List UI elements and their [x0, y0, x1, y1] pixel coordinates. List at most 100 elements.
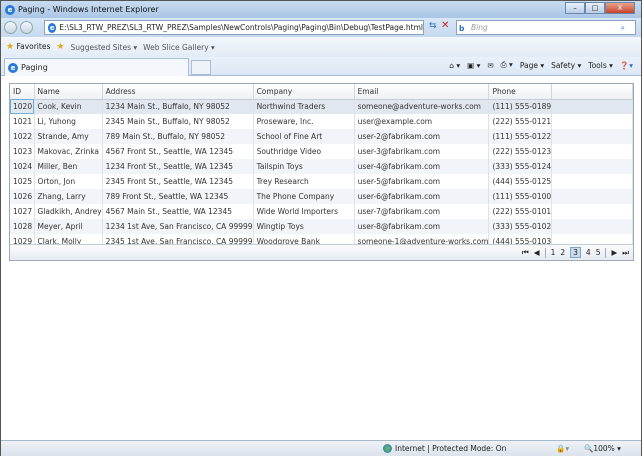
column-header[interactable]: Address	[102, 84, 254, 100]
table-cell[interactable]: 1028	[10, 219, 35, 234]
table-cell[interactable]: Southridge Video	[253, 144, 355, 159]
table-cell[interactable]: user-7@fabrikam.com	[354, 204, 490, 219]
table-cell[interactable]: 1025	[10, 174, 35, 189]
table-cell[interactable]: (111) 555-0100	[488, 189, 553, 204]
column-header[interactable]: Name	[34, 84, 103, 100]
table-cell[interactable]: (333) 555-0102	[488, 219, 553, 234]
table-cell[interactable]: The Phone Company	[253, 189, 355, 204]
table-cell[interactable]: 1234 Main St., Buffalo, NY 98052	[102, 99, 254, 114]
print-icon[interactable]: ⎙ ▾	[501, 60, 513, 70]
table-row[interactable]: 1025 Orton, Jon 2345 Front St., Seattle, W…	[10, 174, 633, 189]
table-cell[interactable]: 4567 Main St., Seattle, WA 12345	[102, 204, 254, 219]
table-row[interactable]: 1028 Meyer, April 1234 1st Ave, San Franci…	[10, 219, 633, 234]
table-cell[interactable]: Gladkikh, Andrey	[34, 204, 103, 219]
address-input[interactable]: e E:\SL3_RTW_PREZ\SL3_RTW_PREZ\Samples\N…	[44, 20, 424, 35]
minimize-button[interactable]: –	[565, 2, 585, 14]
next-page-button[interactable]: ▶	[611, 248, 617, 257]
table-cell[interactable]: user-8@fabrikam.com	[354, 219, 490, 234]
table-cell[interactable]: (222) 555-0123	[488, 144, 553, 159]
table-cell[interactable]: user-2@fabrikam.com	[354, 129, 490, 144]
table-cell[interactable]: 1023	[10, 144, 35, 159]
back-button[interactable]	[4, 21, 17, 34]
table-row[interactable]: 1027 Gladkikh, Andrey 4567 Main St., Seatt…	[10, 204, 633, 219]
table-cell[interactable]: Tailspin Toys	[253, 159, 355, 174]
table-cell[interactable]: (333) 555-0124	[488, 159, 553, 174]
maximize-button[interactable]: □	[585, 2, 605, 14]
table-cell[interactable]: Cook, Kevin	[34, 99, 103, 114]
table-row[interactable]: 1024 Miller, Ben 1234 Front St., Seattle, …	[10, 159, 633, 174]
last-page-button[interactable]: ⏭	[622, 248, 629, 258]
safety-menu[interactable]: Safety ▾	[551, 61, 581, 70]
table-cell[interactable]: user-6@fabrikam.com	[354, 189, 490, 204]
zoom-level[interactable]: 🔍100% ▾	[584, 444, 621, 453]
first-page-button[interactable]: ⏮	[522, 248, 529, 258]
table-cell[interactable]: 1022	[10, 129, 35, 144]
table-cell[interactable]: 1020	[10, 99, 35, 114]
table-cell[interactable]: Makovac, Zrinka	[34, 144, 103, 159]
home-icon[interactable]: ⌂ ▾	[449, 61, 460, 70]
table-cell[interactable]: 2345 Front St., Seattle, WA 12345	[102, 174, 254, 189]
table-cell[interactable]: someone@adventure-works.com	[354, 99, 490, 114]
search-input[interactable]: b Bing ⌕	[456, 20, 636, 35]
table-row[interactable]: 1023 Makovac, Zrinka 4567 Front St., Seatt…	[10, 144, 633, 159]
tools-menu[interactable]: Tools ▾	[588, 61, 613, 70]
mail-icon[interactable]: ✉	[487, 61, 493, 70]
table-cell[interactable]: Northwind Traders	[253, 99, 355, 114]
table-cell[interactable]: 2345 Main St., Buffalo, NY 98052	[102, 114, 254, 129]
page-button[interactable]: 5	[596, 248, 601, 257]
table-cell[interactable]: Miller, Ben	[34, 159, 103, 174]
table-cell[interactable]: 1234 Front St., Seattle, WA 12345	[102, 159, 254, 174]
table-cell[interactable]: (111) 555-0122	[488, 129, 553, 144]
table-cell[interactable]: user-4@fabrikam.com	[354, 159, 490, 174]
table-cell[interactable]: user-3@fabrikam.com	[354, 144, 490, 159]
feeds-icon[interactable]: ▣ ▾	[467, 61, 480, 70]
table-cell[interactable]: (222) 555-0101	[488, 204, 553, 219]
column-header[interactable]: ID	[10, 84, 35, 100]
add-favorite-icon[interactable]: ★	[56, 42, 64, 52]
page-button-current[interactable]: 3	[570, 247, 581, 258]
table-cell[interactable]: 1026	[10, 189, 35, 204]
refresh-icon[interactable]: ⇆	[429, 21, 437, 31]
table-cell[interactable]: 789 Main St., Buffalo, NY 98052	[102, 129, 254, 144]
web-slice-gallery-link[interactable]: Web Slice Gallery ▾	[143, 43, 215, 52]
forward-button[interactable]	[20, 21, 33, 34]
table-row[interactable]: 1026 Zhang, Larry 789 Front St., Seattle, …	[10, 189, 633, 204]
table-cell[interactable]: 789 Front St., Seattle, WA 12345	[102, 189, 254, 204]
table-row[interactable]: 1020 Cook, Kevin 1234 Main St., Buffalo, N…	[10, 99, 633, 114]
suggested-sites-link[interactable]: Suggested Sites ▾	[70, 43, 137, 52]
table-cell[interactable]: (444) 555-0125	[488, 174, 553, 189]
table-cell[interactable]: Li, Yuhong	[34, 114, 103, 129]
table-cell[interactable]: 1021	[10, 114, 35, 129]
page-button[interactable]: 1	[551, 248, 556, 257]
table-cell[interactable]: Zhang, Larry	[34, 189, 103, 204]
stop-icon[interactable]: ✕	[441, 20, 449, 31]
tab-paging[interactable]: e Paging	[4, 58, 189, 76]
table-cell[interactable]: 1027	[10, 204, 35, 219]
table-row[interactable]: 1022 Strande, Amy 789 Main St., Buffalo, N…	[10, 129, 633, 144]
new-tab-button[interactable]	[191, 60, 211, 75]
security-icon[interactable]: 🔒▾	[556, 444, 569, 453]
table-cell[interactable]: 4567 Front St., Seattle, WA 12345	[102, 144, 254, 159]
table-cell[interactable]: Meyer, April	[34, 219, 103, 234]
table-cell[interactable]: School of Fine Art	[253, 129, 355, 144]
favorites-button[interactable]: ★ Favorites	[6, 42, 50, 52]
table-cell[interactable]: Wingtip Toys	[253, 219, 355, 234]
table-cell[interactable]: (111) 555-0189	[488, 99, 553, 114]
table-cell[interactable]: Strande, Amy	[34, 129, 103, 144]
table-row[interactable]: 1021 Li, Yuhong 2345 Main St., Buffalo, NY…	[10, 114, 633, 129]
previous-page-button[interactable]: ◀	[534, 248, 540, 257]
column-header[interactable]: Email	[354, 84, 490, 100]
table-cell[interactable]: Orton, Jon	[34, 174, 103, 189]
column-header[interactable]: Company	[253, 84, 355, 100]
table-cell[interactable]: (222) 555-0121	[488, 114, 553, 129]
table-cell[interactable]: Proseware, Inc.	[253, 114, 355, 129]
table-cell[interactable]: user-5@fabrikam.com	[354, 174, 490, 189]
table-cell[interactable]: 1234 1st Ave, San Francisco, CA 99999	[102, 219, 254, 234]
table-cell[interactable]: Wide World Importers	[253, 204, 355, 219]
close-button[interactable]: X	[605, 2, 635, 14]
page-button[interactable]: 2	[560, 248, 565, 257]
search-icon[interactable]: ⌕	[621, 21, 625, 34]
column-header[interactable]: Phone	[488, 84, 553, 100]
table-cell[interactable]: Trey Research	[253, 174, 355, 189]
security-zone[interactable]: Internet | Protected Mode: On	[383, 444, 506, 453]
